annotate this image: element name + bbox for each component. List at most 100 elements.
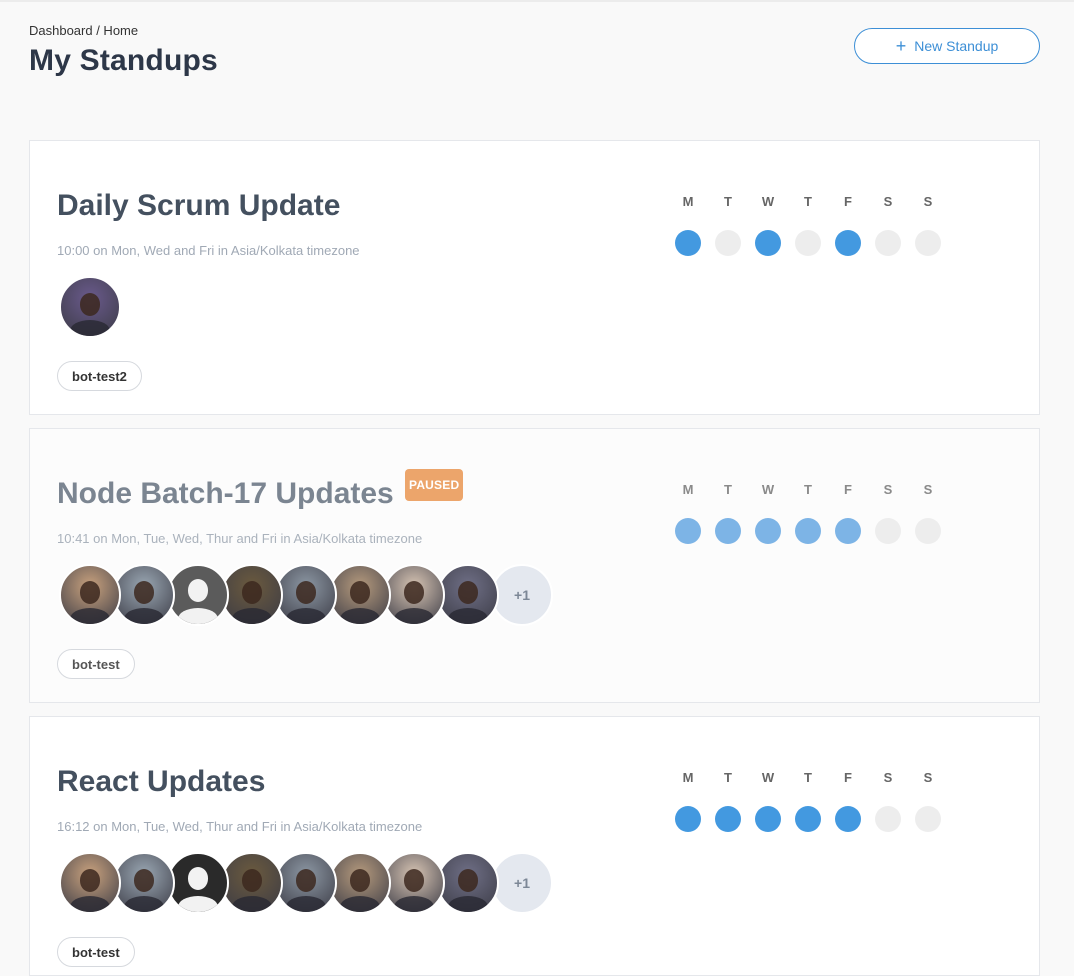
day-letter: T bbox=[804, 482, 812, 497]
day-column: S bbox=[875, 482, 901, 544]
day-letter: M bbox=[682, 770, 694, 785]
new-standup-button[interactable]: + New Standup bbox=[854, 28, 1040, 64]
day-column: S bbox=[875, 194, 901, 256]
day-column: W bbox=[755, 770, 781, 832]
day-inactive-dot bbox=[915, 230, 941, 256]
day-letter: T bbox=[724, 770, 732, 785]
day-letter: S bbox=[923, 194, 933, 209]
page-title: My Standups bbox=[29, 44, 218, 77]
day-column: M bbox=[675, 482, 701, 544]
day-column: T bbox=[795, 770, 821, 832]
day-column: T bbox=[715, 482, 741, 544]
day-column: T bbox=[715, 770, 741, 832]
participant-avatars bbox=[59, 276, 121, 338]
day-letter: F bbox=[844, 194, 852, 209]
standup-schedule: 10:00 on Mon, Wed and Fri in Asia/Kolkat… bbox=[57, 243, 360, 258]
day-letter: W bbox=[761, 770, 775, 785]
day-letter: S bbox=[923, 482, 933, 497]
day-active-dot bbox=[835, 518, 861, 544]
day-column: W bbox=[755, 194, 781, 256]
day-inactive-dot bbox=[875, 230, 901, 256]
day-column: S bbox=[915, 770, 941, 832]
day-active-dot bbox=[675, 518, 701, 544]
day-active-dot bbox=[675, 230, 701, 256]
day-inactive-dot bbox=[915, 806, 941, 832]
avatar bbox=[59, 564, 121, 626]
day-letter: S bbox=[883, 194, 893, 209]
avatar bbox=[329, 564, 391, 626]
day-active-dot bbox=[755, 518, 781, 544]
standup-card[interactable]: React Updates 16:12 on Mon, Tue, Wed, Th… bbox=[29, 716, 1040, 976]
day-letter: W bbox=[761, 482, 775, 497]
avatar bbox=[59, 852, 121, 914]
day-column: M bbox=[675, 194, 701, 256]
standup-schedule: 10:41 on Mon, Tue, Wed, Thur and Fri in … bbox=[57, 531, 423, 546]
new-standup-label: New Standup bbox=[914, 38, 999, 54]
standup-title[interactable]: Daily Scrum Update bbox=[57, 189, 340, 223]
day-letter: F bbox=[844, 482, 852, 497]
channel-tag[interactable]: bot-test bbox=[57, 937, 135, 967]
default-avatar bbox=[167, 852, 229, 914]
channel-tag[interactable]: bot-test bbox=[57, 649, 135, 679]
day-column: W bbox=[755, 482, 781, 544]
standup-schedule: 16:12 on Mon, Tue, Wed, Thur and Fri in … bbox=[57, 819, 423, 834]
avatar bbox=[437, 564, 499, 626]
day-column: F bbox=[835, 482, 861, 544]
avatar bbox=[383, 564, 445, 626]
day-letter: T bbox=[724, 482, 732, 497]
day-column: F bbox=[835, 194, 861, 256]
day-letter: S bbox=[923, 770, 933, 785]
standup-card[interactable]: Daily Scrum Update 10:00 on Mon, Wed and… bbox=[29, 140, 1040, 415]
avatar bbox=[383, 852, 445, 914]
standup-title[interactable]: React Updates bbox=[57, 765, 265, 799]
day-letter: W bbox=[761, 194, 775, 209]
day-letter: M bbox=[682, 194, 694, 209]
day-letter: S bbox=[883, 770, 893, 785]
day-inactive-dot bbox=[875, 806, 901, 832]
day-column: S bbox=[915, 482, 941, 544]
standup-title[interactable]: Node Batch-17 Updates bbox=[57, 477, 394, 511]
day-active-dot bbox=[835, 806, 861, 832]
day-inactive-dot bbox=[715, 230, 741, 256]
day-letter: T bbox=[804, 194, 812, 209]
day-inactive-dot bbox=[795, 230, 821, 256]
avatar bbox=[275, 852, 337, 914]
day-column: M bbox=[675, 770, 701, 832]
day-column: F bbox=[835, 770, 861, 832]
day-active-dot bbox=[715, 518, 741, 544]
standup-card[interactable]: Node Batch-17 Updates PAUSED 10:41 on Mo… bbox=[29, 428, 1040, 703]
avatar bbox=[221, 852, 283, 914]
more-participants-badge[interactable]: +1 bbox=[491, 564, 553, 626]
day-active-dot bbox=[835, 230, 861, 256]
day-active-dot bbox=[795, 518, 821, 544]
day-column: T bbox=[715, 194, 741, 256]
day-column: T bbox=[795, 482, 821, 544]
avatar bbox=[113, 564, 175, 626]
day-inactive-dot bbox=[915, 518, 941, 544]
day-letter: T bbox=[804, 770, 812, 785]
more-participants-badge[interactable]: +1 bbox=[491, 852, 553, 914]
avatar bbox=[113, 852, 175, 914]
day-column: S bbox=[875, 770, 901, 832]
top-border bbox=[0, 0, 1074, 2]
avatar bbox=[59, 276, 121, 338]
day-active-dot bbox=[755, 806, 781, 832]
day-inactive-dot bbox=[875, 518, 901, 544]
day-letter: M bbox=[682, 482, 694, 497]
day-active-dot bbox=[795, 806, 821, 832]
day-active-dot bbox=[675, 806, 701, 832]
channel-tag[interactable]: bot-test2 bbox=[57, 361, 142, 391]
day-column: T bbox=[795, 194, 821, 256]
day-letter: F bbox=[844, 770, 852, 785]
avatar bbox=[275, 564, 337, 626]
avatar bbox=[437, 852, 499, 914]
paused-badge: PAUSED bbox=[405, 469, 464, 501]
day-letter: S bbox=[883, 482, 893, 497]
breadcrumb: Dashboard / Home bbox=[29, 23, 139, 38]
avatar bbox=[329, 852, 391, 914]
plus-icon: + bbox=[895, 36, 907, 56]
day-active-dot bbox=[715, 806, 741, 832]
day-column: S bbox=[915, 194, 941, 256]
day-active-dot bbox=[755, 230, 781, 256]
day-letter: T bbox=[724, 194, 732, 209]
